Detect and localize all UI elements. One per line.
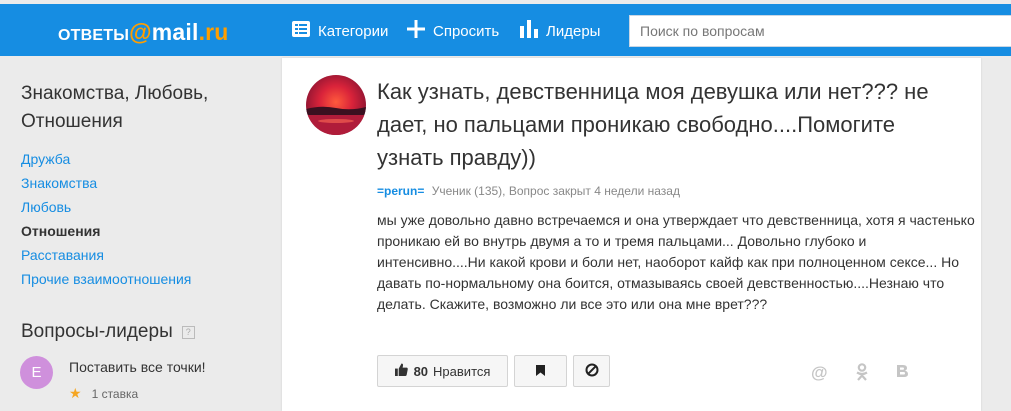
subcategory-znakomstva[interactable]: Знакомства [21, 171, 191, 195]
sidebar: Знакомства, Любовь, Отношения Дружба Зна… [0, 56, 278, 411]
share-odnoklassniki-icon[interactable] [855, 363, 869, 386]
nav-ask[interactable]: Спросить [407, 18, 499, 44]
logo-ru: ru [205, 19, 229, 45]
list-icon [292, 21, 310, 41]
top-header: ОТВЕТЫ @ mail. ru Категории Спросить Лидеры [0, 4, 1011, 56]
author-info: Ученик (135), Вопрос закрыт 4 недели наз… [431, 184, 680, 198]
subcategory-lyubov[interactable]: Любовь [21, 195, 191, 219]
block-icon [585, 363, 599, 380]
nav-leaders[interactable]: Лидеры [520, 18, 600, 44]
subcategory-prochie[interactable]: Прочие взаимоотношения [21, 267, 191, 291]
like-count: 80 [413, 363, 429, 379]
subcategory-druzhba[interactable]: Дружба [21, 147, 191, 171]
leader-question-link[interactable]: Поставить все точки! [69, 359, 206, 375]
share-mail-icon[interactable]: @ [811, 363, 828, 383]
report-button[interactable] [573, 355, 610, 387]
author-avatar[interactable] [306, 75, 366, 135]
nav-categories-label: Категории [318, 22, 389, 40]
logo-mail: mail [151, 19, 199, 45]
nav-ask-label: Спросить [433, 22, 500, 40]
site-logo[interactable]: ОТВЕТЫ @ mail. ru [58, 19, 229, 45]
avatar[interactable]: Е [20, 356, 53, 389]
thumbs-up-icon [394, 363, 408, 379]
question-body: мы уже довольно давно встречаемся и она … [377, 212, 975, 312]
question-meta: =perun= Ученик (135), Вопрос закрыт 4 не… [377, 184, 680, 198]
question-card: Как узнать, девственница моя девушка или… [282, 58, 981, 411]
bar-chart-icon [520, 20, 538, 42]
leader-question-meta: ★ 1 ставка [69, 385, 138, 402]
nav-categories[interactable]: Категории [292, 18, 388, 44]
bookmark-icon [536, 364, 545, 379]
subcategory-rasstavaniya[interactable]: Расставания [21, 243, 191, 267]
subcategory-list: Дружба Знакомства Любовь Отношения Расст… [21, 147, 191, 291]
nav-leaders-label: Лидеры [546, 22, 601, 40]
category-title: Знакомства, Любовь, Отношения [21, 83, 209, 132]
leaders-title-text: Вопросы-лидеры [21, 321, 173, 342]
leaders-section-title: Вопросы-лидеры ? [21, 321, 195, 343]
share-vk-icon[interactable] [896, 363, 909, 383]
help-icon[interactable]: ? [181, 325, 195, 339]
logo-otvety: ОТВЕТЫ [58, 27, 130, 44]
like-button[interactable]: 80 Нравится [377, 355, 508, 387]
subcategory-otnosheniya[interactable]: Отношения [21, 219, 191, 243]
logo-dot: . [198, 19, 206, 45]
like-label: Нравится [433, 363, 491, 379]
question-title: Как узнать, девственница моя девушка или… [377, 79, 929, 170]
logo-at: @ [129, 19, 152, 45]
leader-stakes: 1 ставка [91, 386, 139, 401]
author-link[interactable]: =perun= [377, 184, 424, 198]
plus-icon [407, 20, 425, 42]
bookmark-button[interactable] [514, 355, 567, 387]
star-icon: ★ [69, 385, 82, 401]
search-input[interactable] [629, 15, 1011, 47]
